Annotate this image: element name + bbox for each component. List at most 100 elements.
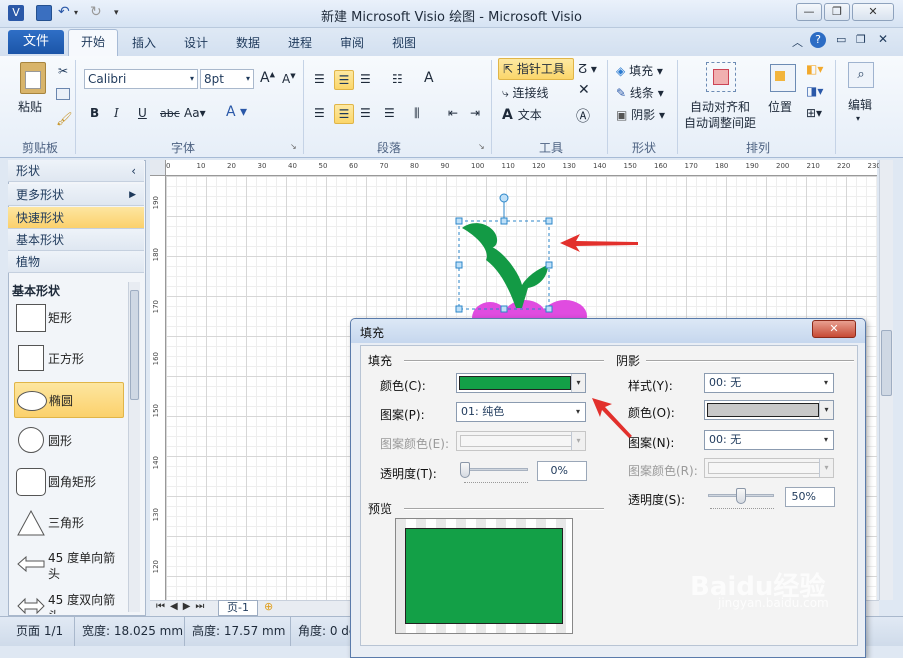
rotation-handle[interactable] xyxy=(499,193,509,203)
handle-br[interactable] xyxy=(545,305,553,313)
distribute-icon[interactable]: ⫼ xyxy=(414,106,420,121)
page-tab[interactable]: 页-1 xyxy=(218,600,258,616)
handle-tl[interactable] xyxy=(455,217,463,225)
canvas-vertical-scrollbar[interactable] xyxy=(879,160,893,600)
justify-icon[interactable]: ☰ xyxy=(384,106,395,120)
maximize-button[interactable]: ❐ xyxy=(824,3,850,21)
panel-scroll-thumb[interactable] xyxy=(130,290,139,400)
font-size-select[interactable]: 8pt ▾ xyxy=(200,69,254,89)
freeform-tool-icon[interactable]: ⵒ ▾ xyxy=(578,62,597,76)
handle-bl[interactable] xyxy=(455,305,463,313)
handle-bm[interactable] xyxy=(500,305,508,313)
shadow-style-select[interactable]: 00: 无 ▾ xyxy=(704,373,834,393)
group-icon[interactable]: ⊞▾ xyxy=(806,106,822,120)
format-painter-icon[interactable]: 🖌 xyxy=(56,112,73,127)
edit-dropdown-icon[interactable]: ▾ xyxy=(856,114,860,123)
align-bottom-icon[interactable]: ☰ xyxy=(360,72,371,86)
change-case-icon[interactable]: Aa▾ xyxy=(184,106,206,120)
paste-icon[interactable] xyxy=(20,62,46,94)
fill-button[interactable]: ◈ 填充 ▾ xyxy=(616,62,663,79)
tab-view[interactable]: 视图 xyxy=(392,34,416,51)
align-middle-icon[interactable]: ☰ xyxy=(334,70,354,90)
text-direction-icon[interactable]: A xyxy=(424,70,434,86)
align-left-icon[interactable]: ☰ xyxy=(314,106,325,120)
collapse-ribbon-icon[interactable]: ︿ xyxy=(792,34,803,50)
connector-tool-button[interactable]: ⤷ 连接线 xyxy=(502,84,549,101)
handle-mr[interactable] xyxy=(545,261,553,269)
handle-tm[interactable] xyxy=(500,217,508,225)
bring-forward-icon[interactable]: ◧▾ xyxy=(806,62,823,76)
strikethrough-icon[interactable]: abc xyxy=(160,107,180,120)
fill-color-select[interactable]: ▾ xyxy=(456,373,586,393)
position-button[interactable]: 位置 xyxy=(768,98,792,115)
bullets-icon[interactable]: ☷ xyxy=(392,72,403,86)
doc-close-icon[interactable]: ✕ xyxy=(878,32,888,46)
align-top-icon[interactable]: ☰ xyxy=(314,72,325,86)
ruler-corner[interactable] xyxy=(150,160,166,176)
rotate-text-icon[interactable]: Ⓐ xyxy=(576,106,590,126)
shape-rectangle[interactable]: 矩形 xyxy=(14,300,124,336)
edit-button[interactable]: 编辑 xyxy=(848,96,872,113)
shadow-color-select[interactable]: ▾ xyxy=(704,400,834,420)
increase-indent-icon[interactable]: ⇥ xyxy=(470,106,480,120)
shrink-font-icon[interactable]: A▼ xyxy=(282,72,296,86)
decrease-indent-icon[interactable]: ⇤ xyxy=(448,106,458,120)
minimize-button[interactable]: — xyxy=(796,3,822,21)
handle-ml[interactable] xyxy=(455,261,463,269)
shadow-pattern-select[interactable]: 00: 无 ▾ xyxy=(704,430,834,450)
page-nav-icons[interactable]: ⏮◀▶⏭ xyxy=(156,601,209,612)
quick-shapes-item[interactable]: 快速形状 xyxy=(8,207,144,229)
align-right-icon[interactable]: ☰ xyxy=(360,106,371,120)
pointer-tool-button[interactable]: ⇱ 指针工具 xyxy=(498,58,574,80)
shape-square[interactable]: 正方形 xyxy=(14,341,124,377)
dialog-close-button[interactable]: ✕ xyxy=(812,320,856,338)
tab-insert[interactable]: 插入 xyxy=(132,34,156,51)
shape-triangle[interactable]: 三角形 xyxy=(14,505,124,541)
line-button[interactable]: ✎ 线条 ▾ xyxy=(616,84,664,101)
doc-restore-icon[interactable]: ❐ xyxy=(856,33,866,46)
tab-file[interactable]: 文件 xyxy=(8,30,64,54)
tab-design[interactable]: 设计 xyxy=(184,34,208,51)
font-family-select[interactable]: Calibri ▾ xyxy=(84,69,198,89)
binoculars-icon[interactable]: ⌕ xyxy=(848,62,874,88)
auto-align-label-2[interactable]: 自动调整间距 xyxy=(684,114,804,131)
shape-circle[interactable]: 圆形 xyxy=(14,423,124,459)
insert-page-icon[interactable]: ⊕ xyxy=(264,600,273,613)
font-color-icon[interactable]: A ▾ xyxy=(226,104,247,120)
paste-button[interactable]: 粘贴 xyxy=(18,98,42,115)
shape-45-double-arrow[interactable]: 45 度双向箭头 xyxy=(14,588,124,614)
handle-tr[interactable] xyxy=(545,217,553,225)
underline-icon[interactable]: U xyxy=(138,106,147,120)
shadow-button[interactable]: ▣ 阴影 ▾ xyxy=(616,106,665,123)
panel-scrollbar[interactable] xyxy=(128,282,140,612)
shadow-transparency-slider-thumb[interactable] xyxy=(736,488,746,504)
canvas-scroll-thumb[interactable] xyxy=(881,330,892,396)
transparency-input[interactable]: 0% xyxy=(537,461,587,481)
help-icon[interactable]: ? xyxy=(810,32,826,48)
tab-process[interactable]: 进程 xyxy=(288,34,312,51)
shape-45-single-arrow[interactable]: 45 度单向箭头 xyxy=(14,546,124,586)
transparency-slider-thumb[interactable] xyxy=(460,462,470,478)
connection-point-icon[interactable]: ✕ xyxy=(578,82,590,98)
send-backward-icon[interactable]: ◨▾ xyxy=(806,84,823,98)
cut-icon[interactable]: ✂ xyxy=(58,64,68,78)
collapse-panel-icon[interactable]: ‹ xyxy=(131,160,136,182)
close-window-button[interactable]: ✕ xyxy=(852,3,894,21)
doc-minimize-icon[interactable]: ▭ xyxy=(836,33,846,46)
text-tool-button[interactable]: A 文本 xyxy=(502,106,542,123)
status-page[interactable]: 页面 1/1 xyxy=(16,622,63,639)
paragraph-dialog-launcher-icon[interactable]: ↘ xyxy=(478,142,485,151)
transparency-slider-track[interactable] xyxy=(462,468,528,471)
font-dialog-launcher-icon[interactable]: ↘ xyxy=(290,142,297,151)
tab-review[interactable]: 审阅 xyxy=(340,34,364,51)
bold-icon[interactable]: B xyxy=(90,106,99,120)
copy-icon[interactable] xyxy=(56,88,70,100)
italic-icon[interactable]: I xyxy=(114,106,119,120)
basic-shapes-stencil[interactable]: 基本形状 xyxy=(8,229,144,251)
tab-data[interactable]: 数据 xyxy=(236,34,260,51)
grow-font-icon[interactable]: A▲ xyxy=(260,70,275,86)
shape-rounded-rectangle[interactable]: 圆角矩形 xyxy=(14,464,124,500)
shape-ellipse[interactable]: 椭圆 xyxy=(14,382,124,418)
pattern-select[interactable]: 01: 纯色 ▾ xyxy=(456,402,586,422)
more-shapes-item[interactable]: 更多形状 ▶ xyxy=(8,184,144,206)
